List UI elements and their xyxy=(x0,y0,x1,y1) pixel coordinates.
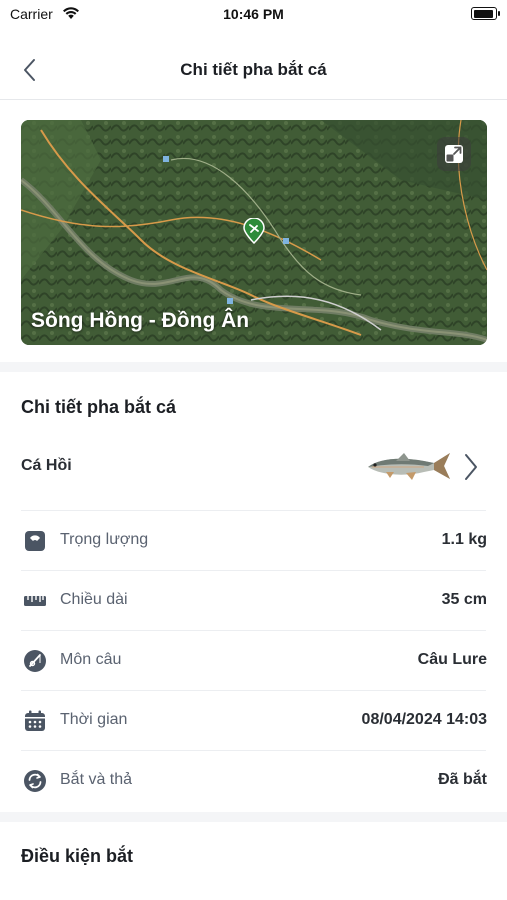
section-divider xyxy=(0,362,507,372)
row-divider xyxy=(21,570,486,571)
detail-label: Trọng lượng xyxy=(60,531,149,548)
detail-row-method: Môn câu Câu Lure xyxy=(0,630,507,690)
detail-value: Đã bắt xyxy=(438,771,487,788)
detail-value: 35 cm xyxy=(441,591,487,608)
species-name: Cá Hồi xyxy=(21,457,72,474)
fish-image xyxy=(368,453,450,480)
scale-icon xyxy=(22,528,48,554)
page-title: Chi tiết pha bắt cá xyxy=(180,60,327,79)
expand-map-button[interactable] xyxy=(437,137,471,171)
catch-release-icon xyxy=(22,768,48,794)
detail-row-length: Chiều dài 35 cm xyxy=(0,570,507,630)
navigation-bar: Chi tiết pha bắt cá xyxy=(0,40,507,100)
row-divider xyxy=(21,630,486,631)
species-row[interactable]: Cá Hồi xyxy=(0,438,507,498)
fishing-rod-icon xyxy=(22,648,48,674)
fishing-pin-icon[interactable] xyxy=(243,218,265,244)
clock: 10:46 PM xyxy=(223,6,284,22)
map-location-name: Sông Hồng - Đồng Ân xyxy=(31,309,250,332)
detail-label: Thời gian xyxy=(60,711,128,728)
ruler-icon xyxy=(22,588,48,614)
row-divider xyxy=(21,750,486,751)
catch-details-title: Chi tiết pha bắt cá xyxy=(21,397,177,417)
detail-value: 08/04/2024 14:03 xyxy=(361,711,487,728)
conditions-title: Điều kiện bắt xyxy=(21,846,134,866)
detail-value: Câu Lure xyxy=(417,651,487,668)
chevron-right-icon xyxy=(465,454,477,480)
battery-icon xyxy=(471,7,500,20)
detail-value: 1.1 kg xyxy=(441,531,487,548)
row-divider xyxy=(21,690,486,691)
detail-label: Bắt và thả xyxy=(60,771,133,788)
section-divider xyxy=(0,812,507,822)
detail-row-catch-release: Bắt và thả Đã bắt xyxy=(0,750,507,810)
detail-row-weight: Trọng lượng 1.1 kg xyxy=(0,510,507,570)
detail-label: Chiều dài xyxy=(60,591,128,608)
expand-icon xyxy=(445,145,463,163)
row-divider xyxy=(21,510,486,511)
calendar-icon xyxy=(22,708,48,734)
map-preview[interactable]: Sông Hồng - Đồng Ân xyxy=(21,120,487,345)
status-bar: Carrier 10:46 PM xyxy=(0,0,507,30)
detail-row-time: Thời gian 08/04/2024 14:03 xyxy=(0,690,507,750)
detail-label: Môn câu xyxy=(60,651,122,668)
